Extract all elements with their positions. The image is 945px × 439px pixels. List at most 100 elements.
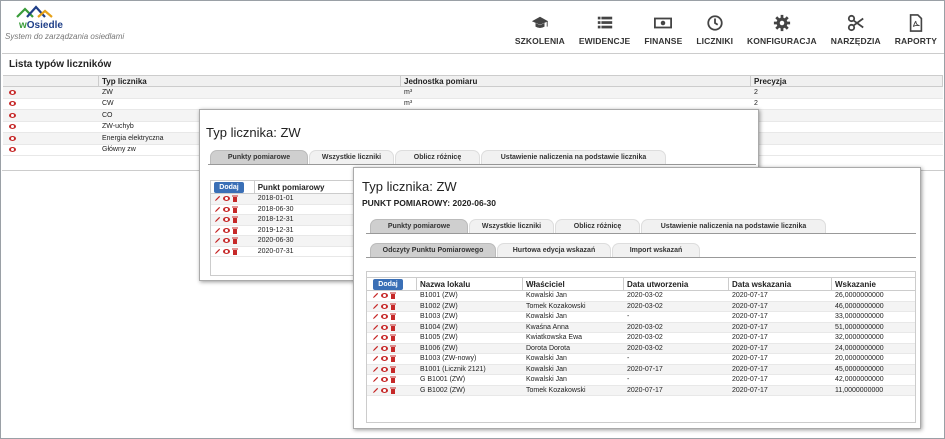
- app-window: wOsiedle System do zarządzania osiedlami…: [0, 0, 945, 439]
- column-measurement-point[interactable]: Punkt pomiarowy: [255, 181, 360, 193]
- edit-icon[interactable]: [214, 237, 221, 244]
- trash-icon[interactable]: [390, 292, 396, 300]
- column-unit-name[interactable]: Nazwa lokalu: [417, 278, 523, 290]
- measurement-point-dialog: Typ licznika: ZW PUNKT POMIAROWY: 2020-0…: [353, 167, 921, 429]
- table-row: B1004 (ZW) Kwaśna Anna 2020-03-02 2020-07-1…: [367, 322, 915, 333]
- edit-icon[interactable]: [372, 366, 379, 373]
- edit-icon[interactable]: [372, 292, 379, 299]
- nav-liczniki[interactable]: LICZNIKI: [689, 14, 740, 46]
- tab-ustawienie-naliczenia[interactable]: Ustawienie naliczenia na podstawie liczn…: [641, 219, 826, 233]
- edit-icon[interactable]: [372, 345, 379, 352]
- table-row: B1002 (ZW) Tomek Kozakowski 2020-03-02 2020…: [367, 301, 915, 312]
- trash-icon[interactable]: [232, 206, 238, 213]
- trash-icon[interactable]: [390, 303, 396, 310]
- view-icon[interactable]: [381, 345, 388, 351]
- trash-icon[interactable]: [390, 345, 396, 352]
- nav-raporty[interactable]: RAPORTY: [888, 14, 944, 46]
- tab-oblicz-roznice[interactable]: Oblicz różnicę: [395, 150, 480, 164]
- trash-icon[interactable]: [232, 237, 238, 245]
- trash-icon[interactable]: [232, 195, 238, 203]
- edit-icon[interactable]: [214, 227, 221, 234]
- subtab-underline: [366, 257, 916, 258]
- column-type[interactable]: Typ licznika: [99, 76, 401, 86]
- column-reading-date[interactable]: Data wskazania: [729, 278, 832, 290]
- column-created[interactable]: Data utworzenia: [624, 278, 729, 290]
- trash-icon[interactable]: [390, 324, 396, 331]
- view-icon[interactable]: [9, 101, 16, 107]
- list-icon: [597, 16, 612, 29]
- view-icon[interactable]: [381, 293, 388, 299]
- table-row: 2019-12-31: [211, 226, 360, 236]
- view-icon[interactable]: [223, 248, 230, 254]
- add-button[interactable]: Dodaj: [214, 181, 244, 193]
- view-icon[interactable]: [381, 377, 388, 383]
- table-row: B1005 (ZW) Kwiatkowska Ewa 2020-03-02 2020-…: [367, 333, 915, 344]
- view-icon[interactable]: [9, 124, 16, 130]
- view-icon[interactable]: [381, 366, 388, 372]
- view-icon[interactable]: [381, 303, 388, 309]
- tab-wszystkie-liczniki[interactable]: Wszystkie liczniki: [309, 150, 394, 164]
- view-icon[interactable]: [223, 206, 230, 212]
- nav-konfiguracja[interactable]: KONFIGURACJA: [740, 14, 824, 46]
- table-row: 2018-06-30: [211, 205, 360, 215]
- view-icon[interactable]: [381, 356, 388, 362]
- nav-label: NARZĘDZIA: [830, 36, 881, 46]
- trash-icon[interactable]: [232, 227, 238, 234]
- view-icon[interactable]: [381, 387, 388, 393]
- app-logo[interactable]: wOsiedle System do zarządzania osiedlami: [5, 5, 125, 45]
- view-icon[interactable]: [381, 314, 388, 320]
- tab-punkty-pomiarowe[interactable]: Punkty pomiarowe: [210, 150, 308, 164]
- view-icon[interactable]: [9, 89, 16, 95]
- view-icon[interactable]: [223, 227, 230, 233]
- edit-icon[interactable]: [372, 376, 379, 383]
- edit-icon[interactable]: [214, 195, 221, 202]
- measurement-points-table: Dodaj Punkt pomiarowy 2018-01-01 2018-06…: [210, 180, 360, 276]
- tab-punkty-pomiarowe[interactable]: Punkty pomiarowe: [370, 219, 468, 233]
- trash-icon[interactable]: [390, 387, 396, 394]
- tab-ustawienie-naliczenia[interactable]: Ustawienie naliczenia na podstawie liczn…: [481, 150, 666, 164]
- trash-icon[interactable]: [390, 313, 396, 321]
- edit-icon[interactable]: [372, 334, 379, 341]
- nav-finanse[interactable]: FINANSE: [637, 14, 689, 46]
- edit-icon[interactable]: [372, 355, 379, 362]
- table-row: B1001 (Licznik 2121) Kowalski Jan 2020-07-…: [367, 364, 915, 375]
- tab-oblicz-roznice[interactable]: Oblicz różnicę: [555, 219, 640, 233]
- edit-icon[interactable]: [372, 303, 379, 310]
- edit-icon[interactable]: [372, 313, 379, 320]
- nav-label: LICZNIKI: [696, 36, 734, 46]
- nav-ewidencje[interactable]: EWIDENCJE: [572, 14, 637, 46]
- column-owner[interactable]: Właściciel: [523, 278, 624, 290]
- subtab-hurtowa-edycja[interactable]: Hurtowa edycja wskazań: [497, 243, 611, 257]
- trash-icon[interactable]: [390, 376, 396, 384]
- view-icon[interactable]: [9, 112, 16, 118]
- subtab-odczyty[interactable]: Odczyty Punktu Pomiarowego: [370, 243, 496, 257]
- subtab-import[interactable]: Import wskazań: [612, 243, 700, 257]
- trash-icon[interactable]: [232, 216, 238, 224]
- add-button[interactable]: Dodaj: [373, 278, 403, 290]
- table-header: Dodaj Punkt pomiarowy: [211, 181, 360, 194]
- view-icon[interactable]: [223, 196, 230, 202]
- view-icon[interactable]: [381, 335, 388, 341]
- view-icon[interactable]: [223, 238, 230, 244]
- edit-icon[interactable]: [214, 216, 221, 223]
- clock-icon: [707, 15, 723, 31]
- view-icon[interactable]: [9, 147, 16, 153]
- nav-narzedzia[interactable]: NARZĘDZIA: [824, 14, 888, 46]
- column-reading[interactable]: Wskazanie: [832, 278, 915, 290]
- view-icon[interactable]: [9, 135, 16, 141]
- trash-icon[interactable]: [390, 334, 396, 342]
- edit-icon[interactable]: [372, 387, 379, 394]
- tab-wszystkie-liczniki[interactable]: Wszystkie liczniki: [469, 219, 554, 233]
- view-icon[interactable]: [381, 324, 388, 330]
- edit-icon[interactable]: [214, 248, 221, 255]
- column-unit[interactable]: Jednostka pomiaru: [401, 76, 751, 86]
- edit-icon[interactable]: [214, 206, 221, 213]
- column-precision[interactable]: Precyzja: [751, 76, 943, 86]
- trash-icon[interactable]: [390, 355, 396, 363]
- edit-icon[interactable]: [372, 324, 379, 331]
- money-icon: [654, 17, 673, 29]
- view-icon[interactable]: [223, 217, 230, 223]
- trash-icon[interactable]: [390, 366, 396, 373]
- nav-szkolenia[interactable]: SZKOLENIA: [508, 14, 572, 46]
- trash-icon[interactable]: [232, 248, 238, 255]
